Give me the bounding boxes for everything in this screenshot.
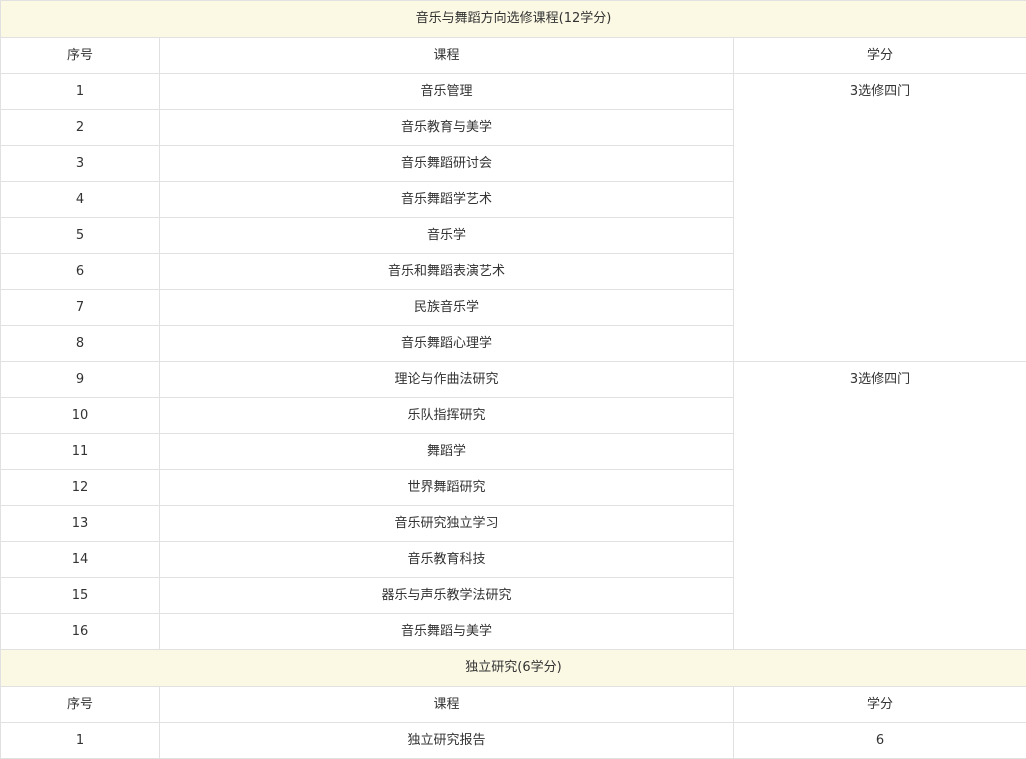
row-course: 舞蹈学 [160,434,734,470]
row-course: 音乐和舞蹈表演艺术 [160,254,734,290]
table-row: 9 理论与作曲法研究 3选修四门 [1,362,1026,398]
column-header-index: 序号 [1,687,160,723]
credit-group-2: 3选修四门 [734,362,1026,650]
row-credit: 6 [734,723,1026,759]
column-header-credit: 学分 [734,38,1026,74]
row-course: 民族音乐学 [160,290,734,326]
row-course: 音乐管理 [160,74,734,110]
row-course: 音乐舞蹈与美学 [160,614,734,650]
row-course: 音乐学 [160,218,734,254]
row-index: 1 [1,74,160,110]
row-index: 12 [1,470,160,506]
row-course: 音乐研究独立学习 [160,506,734,542]
row-index: 4 [1,182,160,218]
row-index: 16 [1,614,160,650]
row-index: 10 [1,398,160,434]
credit-group-label: 3选修四门 [734,362,1026,397]
row-course: 器乐与声乐教学法研究 [160,578,734,614]
row-index: 9 [1,362,160,398]
column-header-credit: 学分 [734,687,1026,723]
row-index: 8 [1,326,160,362]
credit-group-label: 3选修四门 [734,74,1026,109]
section-title: 独立研究(6学分) [1,650,1026,687]
credit-group-1: 3选修四门 [734,74,1026,362]
row-course: 世界舞蹈研究 [160,470,734,506]
row-index: 14 [1,542,160,578]
row-index: 13 [1,506,160,542]
table-row: 1 独立研究报告 6 [1,723,1026,759]
row-index: 15 [1,578,160,614]
section-header-music-dance: 音乐与舞蹈方向选修课程(12学分) [1,1,1026,38]
row-index: 3 [1,146,160,182]
row-course: 音乐教育科技 [160,542,734,578]
row-course: 理论与作曲法研究 [160,362,734,398]
row-index: 2 [1,110,160,146]
table-row: 1 音乐管理 3选修四门 [1,74,1026,110]
section-title: 音乐与舞蹈方向选修课程(12学分) [1,1,1026,38]
course-table: 音乐与舞蹈方向选修课程(12学分) 序号 课程 学分 1 音乐管理 3选修四门 … [0,0,1026,759]
row-course: 音乐舞蹈心理学 [160,326,734,362]
row-index: 1 [1,723,160,759]
row-course: 音乐舞蹈学艺术 [160,182,734,218]
column-header-row: 序号 课程 学分 [1,687,1026,723]
row-course: 音乐舞蹈研讨会 [160,146,734,182]
row-index: 6 [1,254,160,290]
row-index: 7 [1,290,160,326]
column-header-course: 课程 [160,687,734,723]
row-course: 独立研究报告 [160,723,734,759]
column-header-index: 序号 [1,38,160,74]
column-header-course: 课程 [160,38,734,74]
row-course: 乐队指挥研究 [160,398,734,434]
row-course: 音乐教育与美学 [160,110,734,146]
section-header-independent-study: 独立研究(6学分) [1,650,1026,687]
row-index: 11 [1,434,160,470]
column-header-row: 序号 课程 学分 [1,38,1026,74]
row-index: 5 [1,218,160,254]
